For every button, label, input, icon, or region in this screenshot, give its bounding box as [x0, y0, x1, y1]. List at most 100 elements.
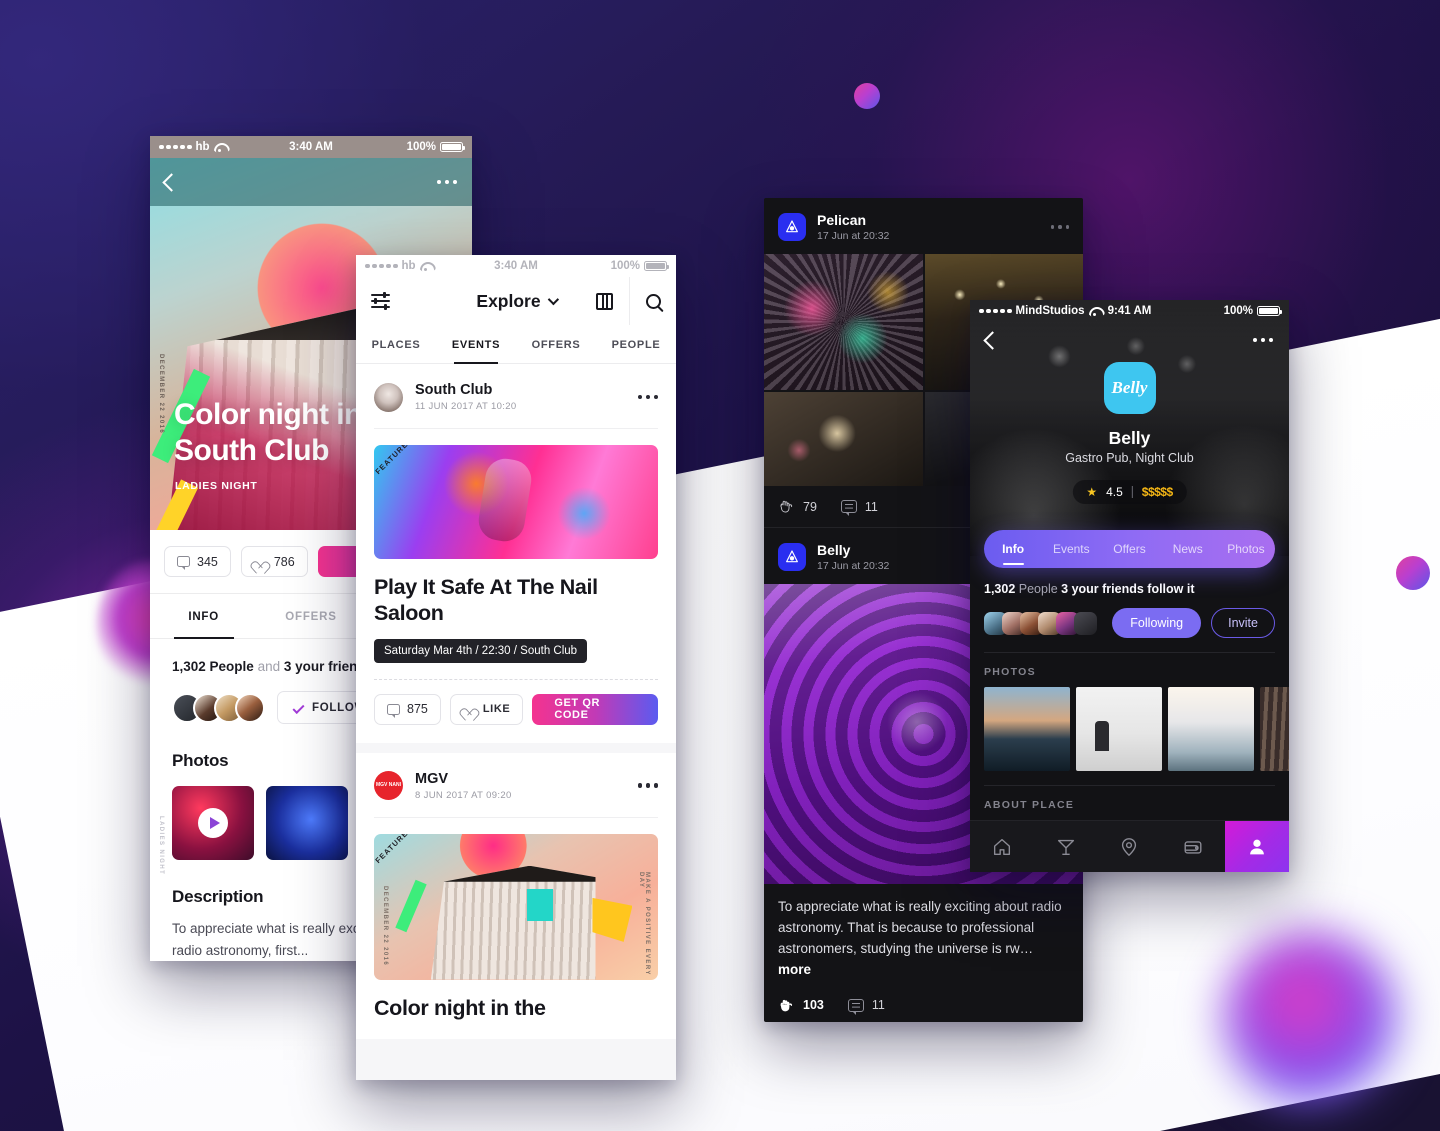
shaka-hand-icon: [778, 499, 795, 514]
post-image[interactable]: [764, 254, 923, 390]
segment-photos[interactable]: Photos: [1217, 542, 1275, 556]
tab-home[interactable]: [970, 821, 1034, 872]
likes-count: 103: [803, 998, 824, 1013]
followers-row: Following Invite: [984, 608, 1275, 638]
segment-offers[interactable]: Offers: [1100, 542, 1158, 556]
likes-stat[interactable]: 103: [778, 998, 824, 1013]
invite-button[interactable]: Invite: [1211, 608, 1275, 638]
avatar[interactable]: [374, 382, 403, 412]
like-button[interactable]: LIKE: [449, 693, 524, 725]
columns-icon[interactable]: [596, 292, 613, 310]
avatar[interactable]: MGV NANI: [374, 771, 403, 801]
tab-places[interactable]: PLACES: [356, 325, 436, 363]
post-date: 8 JUN 2017 AT 09:20: [415, 789, 512, 801]
wifi-icon: [1089, 307, 1101, 316]
event-subtitle: LADIES NIGHT: [175, 480, 258, 492]
shaka-hand-icon: [778, 998, 795, 1013]
comments-stat[interactable]: 11: [840, 499, 878, 517]
decor-shape-green: [395, 880, 427, 933]
comments-count: 875: [407, 702, 428, 717]
play-icon[interactable]: [198, 808, 228, 838]
status-carrier: hb: [159, 141, 226, 153]
check-icon: [292, 701, 305, 714]
photos-row: [984, 687, 1289, 771]
more-link[interactable]: more: [778, 962, 811, 977]
following-button[interactable]: Following: [1112, 608, 1202, 638]
tab-profile[interactable]: [1225, 821, 1289, 872]
photo-thumbnail[interactable]: [1076, 687, 1162, 771]
post-header: Pelican 17 Jun at 20:32: [764, 198, 1083, 254]
post-author-block: South Club 11 JUN 2017 AT 10:20: [415, 382, 517, 412]
tab-people[interactable]: PEOPLE: [596, 325, 676, 363]
rating-value: 4.5: [1106, 485, 1123, 499]
photo-thumbnail[interactable]: [172, 786, 254, 860]
get-qr-code-button[interactable]: GET QR CODE: [532, 693, 658, 725]
more-options-icon[interactable]: [637, 394, 658, 400]
post-date: 17 Jun at 20:32: [817, 560, 890, 572]
tab-offers[interactable]: OFFERS: [516, 325, 596, 363]
like-label: LIKE: [482, 703, 511, 716]
more-options-icon[interactable]: [637, 783, 658, 788]
featured-badge: FEATURED: [374, 833, 415, 865]
status-battery: 100%: [611, 260, 670, 272]
status-bar: hb 3:40 AM 100%: [150, 136, 472, 158]
back-icon[interactable]: [162, 172, 181, 192]
chevron-down-icon: [547, 293, 559, 306]
photo-thumbnail[interactable]: [1260, 687, 1289, 771]
comments-button[interactable]: 345: [164, 546, 231, 577]
tab-events[interactable]: EVENTS: [436, 325, 516, 364]
profile-body: 1,302 People 3 your friends follow it Fo…: [970, 568, 1289, 820]
more-options-icon[interactable]: [1050, 225, 1069, 229]
post-date: 17 Jun at 20:32: [817, 230, 890, 242]
location-pin-icon: [1122, 837, 1137, 856]
comments-count: 345: [197, 554, 218, 569]
comments-button[interactable]: 875: [374, 693, 441, 725]
segment-events[interactable]: Events: [1042, 542, 1100, 556]
post-image[interactable]: FEATURED: [374, 445, 658, 559]
post-card: FEATURED DECEMBER 22 2016 MAKE A POSITIV…: [356, 833, 676, 1040]
post-actions: 875 LIKE GET QR CODE: [374, 693, 658, 725]
post-image[interactable]: FEATURED DECEMBER 22 2016 MAKE A POSITIV…: [374, 833, 658, 980]
post-date: 11 JUN 2017 AT 10:20: [415, 401, 517, 412]
status-battery: 100%: [1223, 305, 1283, 317]
search-icon[interactable]: [646, 293, 661, 309]
post-body: To appreciate what is really exciting ab…: [778, 899, 1062, 956]
tab-places[interactable]: [1098, 821, 1162, 872]
segment-info[interactable]: Info: [984, 542, 1042, 565]
divider: [629, 277, 630, 325]
feed-post: South Club 11 JUN 2017 AT 10:20 FEATURED…: [356, 364, 676, 743]
photo-thumbnail[interactable]: [1168, 687, 1254, 771]
pelican-logo-icon[interactable]: [778, 213, 806, 241]
followers-number: 1,302: [984, 582, 1016, 596]
likes-button[interactable]: 786: [240, 546, 308, 577]
tab-drinks[interactable]: [1034, 821, 1098, 872]
more-options-icon[interactable]: [1252, 337, 1273, 343]
divider: [374, 428, 658, 429]
belly-logo-icon[interactable]: [778, 543, 806, 571]
tab-offers[interactable]: OFFERS: [257, 594, 364, 638]
comments-count: 11: [864, 499, 878, 514]
sliders-icon[interactable]: [371, 292, 390, 310]
status-battery: 100%: [406, 141, 466, 153]
place-name: Belly: [1108, 428, 1151, 448]
segment-news[interactable]: News: [1159, 542, 1217, 556]
hero-topbar: [150, 158, 472, 206]
profile-segmented-control: Info Events Offers News Photos: [984, 530, 1275, 568]
battery-percent: 100%: [406, 141, 436, 153]
post-stats: 103 11: [764, 985, 1083, 1022]
triangle-drop-glyph: [786, 220, 798, 233]
status-bar: MindStudios 9:41 AM 100%: [970, 300, 1289, 322]
photo-thumbnail[interactable]: [984, 687, 1070, 771]
page-title: Explore: [476, 290, 541, 311]
tab-info[interactable]: INFO: [150, 594, 257, 639]
featured-badge: FEATURED: [374, 445, 415, 477]
comments-stat[interactable]: 11: [847, 998, 885, 1015]
more-options-icon[interactable]: [436, 179, 457, 185]
battery-percent: 100%: [1223, 305, 1253, 317]
likes-stat[interactable]: 79: [778, 499, 817, 514]
post-image[interactable]: [764, 392, 923, 486]
back-icon[interactable]: [983, 330, 1002, 350]
photo-thumbnail[interactable]: [266, 786, 348, 860]
tab-wallet[interactable]: [1161, 821, 1225, 872]
battery-icon: [1257, 306, 1283, 316]
